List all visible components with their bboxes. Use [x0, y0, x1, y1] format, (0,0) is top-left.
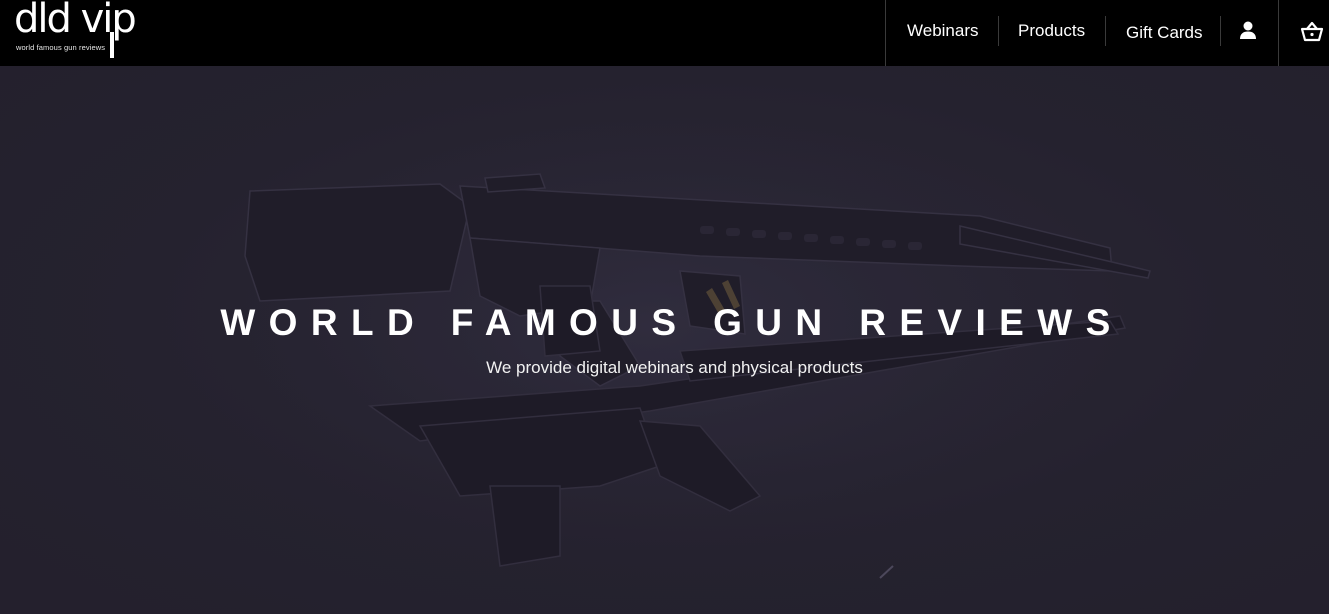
main-nav: Webinars Products Gift Cards	[885, 0, 1279, 66]
basket-icon[interactable]	[1300, 21, 1324, 43]
nav-divider	[998, 16, 999, 46]
site-logo[interactable]: dld vip world famous gun reviews	[14, 0, 137, 60]
user-icon[interactable]	[1239, 21, 1257, 41]
nav-gift-cards[interactable]: Gift Cards	[1126, 2, 1203, 68]
logo-descender	[110, 32, 114, 58]
hero-banner: WORLD FAMOUS GUN REVIEWS We provide digi…	[0, 66, 1329, 614]
nav-webinars[interactable]: Webinars	[907, 0, 979, 66]
hero-title: WORLD FAMOUS GUN REVIEWS	[220, 302, 1124, 343]
top-navigation-bar: dld vip world famous gun reviews Webinar…	[0, 0, 1329, 66]
hero-subtitle: We provide digital webinars and physical…	[486, 358, 863, 377]
nav-divider	[1105, 16, 1106, 46]
logo-wordmark: dld vip	[14, 0, 137, 42]
nav-divider	[1220, 16, 1221, 46]
logo-tagline: world famous gun reviews	[16, 43, 106, 52]
nav-products[interactable]: Products	[1018, 0, 1085, 66]
